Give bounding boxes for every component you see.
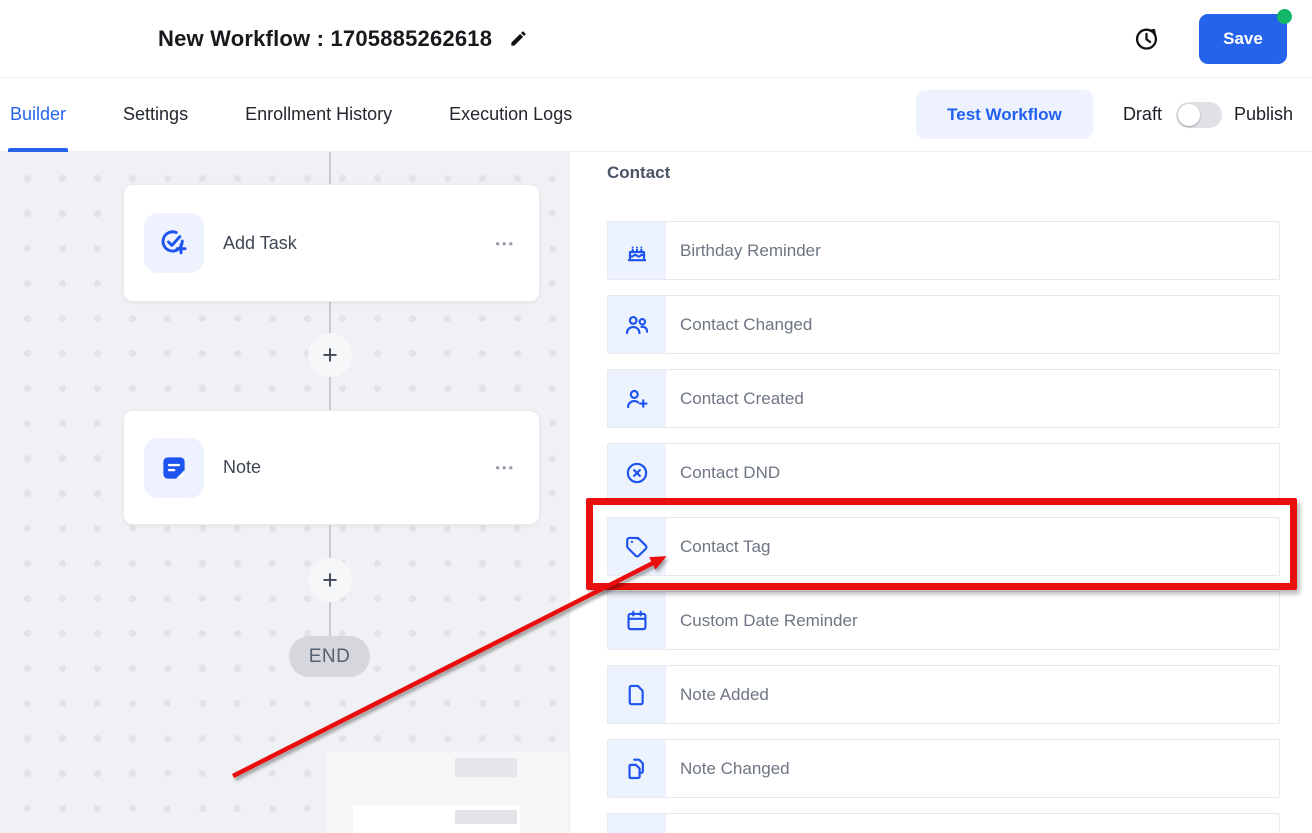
circle-x-icon <box>608 444 666 501</box>
skeleton-bar <box>455 758 517 777</box>
save-button-label: Save <box>1223 29 1263 48</box>
connector-line <box>329 152 331 184</box>
end-node: END <box>289 636 370 677</box>
trigger-label: Contact Tag <box>680 537 770 557</box>
node-add-task[interactable]: Add Task ••• <box>123 184 540 302</box>
content-area: Add Task ••• + Note ••• + END <box>0 152 1312 833</box>
add-step-button[interactable]: + <box>308 558 352 602</box>
trigger-note-added[interactable]: Note Added <box>607 665 1280 724</box>
publish-toggle[interactable] <box>1176 102 1222 128</box>
trigger-contact-created[interactable]: Contact Created <box>607 369 1280 428</box>
trigger-icon-cell <box>608 814 666 833</box>
tab-settings[interactable]: Settings <box>121 78 190 152</box>
node-note[interactable]: Note ••• <box>123 410 540 525</box>
publish-toggle-knob <box>1178 104 1200 126</box>
unsaved-changes-badge <box>1277 9 1292 24</box>
node-label: Note <box>223 457 261 478</box>
header: New Workflow : 1705885262618 Save <box>0 0 1312 78</box>
trigger-contact-dnd[interactable]: Contact DND <box>607 443 1280 502</box>
skeleton-row <box>353 805 520 833</box>
trigger-panel: Contact Birthday Reminder Contact Change… <box>570 152 1312 833</box>
trigger-custom-date-reminder[interactable]: Custom Date Reminder <box>607 591 1280 650</box>
trigger-label: Contact Changed <box>680 315 812 335</box>
workflow-canvas[interactable]: Add Task ••• + Note ••• + END <box>0 152 570 833</box>
users-icon <box>608 296 666 353</box>
header-actions: Save <box>1132 14 1312 64</box>
tab-builder[interactable]: Builder <box>8 78 68 152</box>
trigger-label: Note Changed <box>680 759 790 779</box>
node-menu-button[interactable]: ••• <box>495 460 515 475</box>
section-title-contact: Contact <box>607 163 670 183</box>
canvas-preview-skeleton <box>325 752 570 833</box>
trigger-birthday-reminder[interactable]: Birthday Reminder <box>607 221 1280 280</box>
tag-icon <box>608 518 666 575</box>
note-icon <box>144 438 204 498</box>
calendar-icon <box>608 592 666 649</box>
publish-label: Publish <box>1234 104 1293 125</box>
trigger-label: Contact Created <box>680 389 804 409</box>
trigger-label: Note Added <box>680 685 769 705</box>
file-icon <box>608 666 666 723</box>
workflow-builder-app: New Workflow : 1705885262618 Save <box>0 0 1312 833</box>
workflow-title: New Workflow : 1705885262618 <box>158 26 492 52</box>
tab-bar: Builder Settings Enrollment History Exec… <box>0 78 1312 152</box>
add-step-button[interactable]: + <box>308 333 352 377</box>
node-label: Add Task <box>223 233 297 254</box>
skeleton-bar <box>455 810 517 824</box>
edit-title-button[interactable] <box>509 29 528 48</box>
cake-icon <box>608 222 666 279</box>
draft-label: Draft <box>1123 104 1162 125</box>
test-workflow-button[interactable]: Test Workflow <box>916 90 1093 139</box>
pencil-icon <box>509 29 528 48</box>
tab-enrollment-history[interactable]: Enrollment History <box>243 78 394 152</box>
node-menu-button[interactable]: ••• <box>495 236 515 251</box>
trigger-label: Contact DND <box>680 463 780 483</box>
files-icon <box>608 740 666 797</box>
trigger-note-changed[interactable]: Note Changed <box>607 739 1280 798</box>
tab-execution-logs[interactable]: Execution Logs <box>447 78 574 152</box>
trigger-row-partial[interactable] <box>607 813 1280 833</box>
user-plus-icon <box>608 370 666 427</box>
trigger-contact-tag[interactable]: Contact Tag <box>607 517 1280 576</box>
trigger-label: Birthday Reminder <box>680 241 821 261</box>
task-check-plus-icon <box>144 213 204 273</box>
trigger-contact-changed[interactable]: Contact Changed <box>607 295 1280 354</box>
trigger-label: Custom Date Reminder <box>680 611 858 631</box>
version-history-button[interactable] <box>1132 24 1161 53</box>
workflow-title-group: New Workflow : 1705885262618 <box>158 26 528 52</box>
clock-history-icon <box>1132 24 1161 53</box>
save-button[interactable]: Save <box>1199 14 1287 64</box>
